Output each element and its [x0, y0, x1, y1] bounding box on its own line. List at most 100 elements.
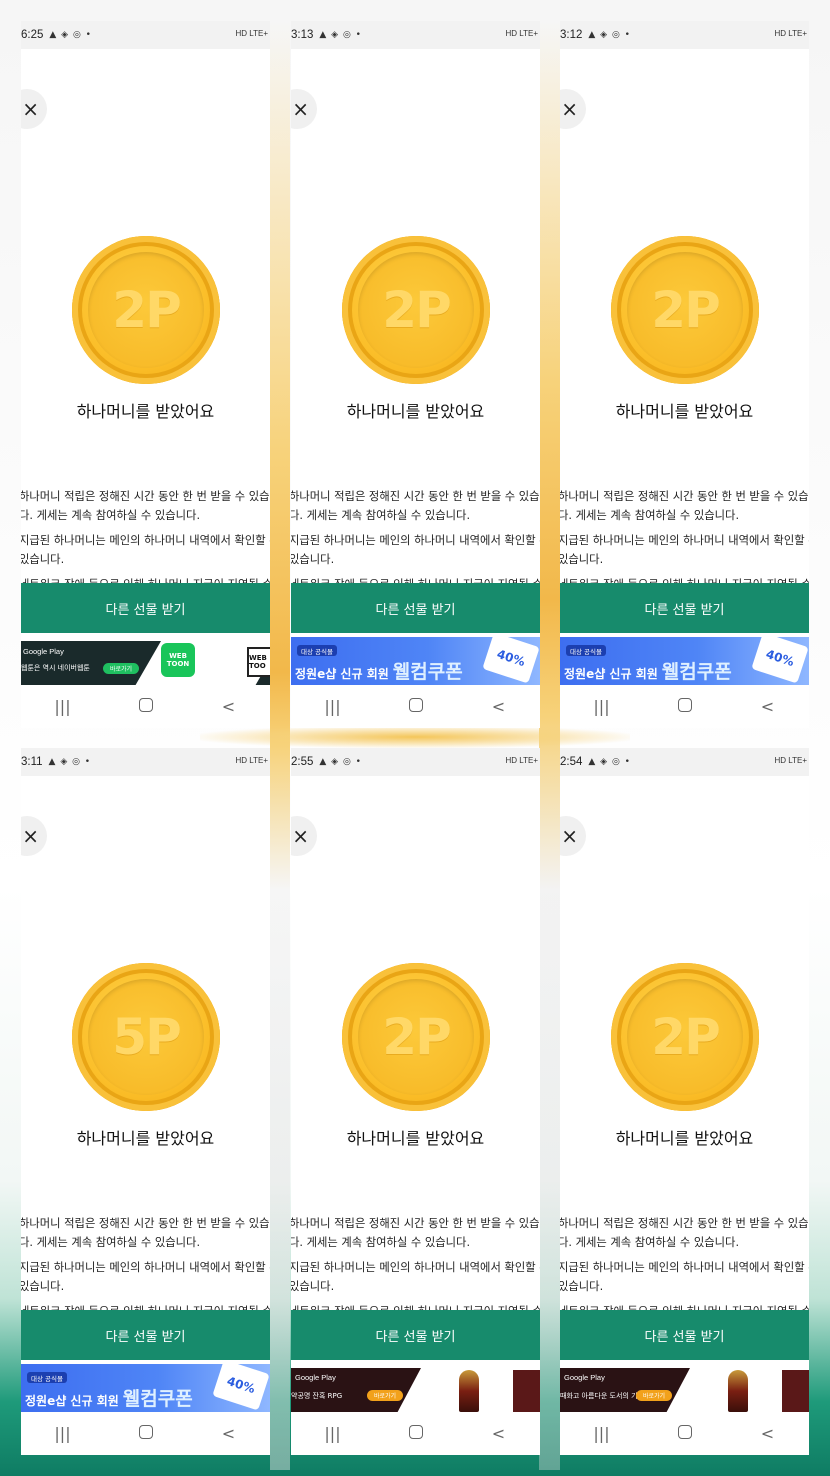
notice-line: 다. 게세는 계속 참여하실 수 있습니다.: [560, 1236, 740, 1249]
received-message: 하나머니를 받았어요: [346, 1129, 485, 1148]
recent-apps-button[interactable]: |||: [43, 697, 83, 716]
close-icon: ×: [561, 824, 578, 848]
home-button[interactable]: [126, 697, 166, 716]
notice-line: 지급된 하나머니는 메인의 하나머니 내역에서 확인할 수: [560, 534, 809, 547]
status-bar: 3:11 ▲ ◈ ◎ • HD LTE+: [21, 748, 270, 776]
phone-screen-1: 6:25 ▲ ◈ ◎ • HD LTE+ × 2P 하나머니를 받았어요 하나머…: [21, 21, 270, 728]
status-bar: 6:25 ▲ ◈ ◎ • HD LTE+: [21, 21, 270, 49]
back-button[interactable]: <: [479, 1424, 519, 1443]
ad-tag-pill: 대상 공식몰: [27, 1372, 67, 1383]
ad-headline: 정원e샵 신규 회원 웰컴쿠폰: [295, 661, 463, 683]
close-button[interactable]: ×: [21, 816, 47, 856]
phone-screen-3: 3:12 ▲ ◈ ◎ • HD LTE+ × 2P 하나머니를 받았어요 하나머…: [560, 21, 809, 728]
navigation-bar: ||| <: [560, 685, 809, 728]
status-network: HD LTE+: [235, 29, 268, 38]
close-button[interactable]: ×: [560, 816, 586, 856]
received-message: 하나머니를 받았어요: [76, 402, 215, 421]
status-bar: 2:54 ▲ ◈ ◎ • HD LTE+: [560, 748, 809, 776]
status-network: HD LTE+: [505, 756, 538, 765]
navigation-bar: ||| <: [21, 685, 270, 728]
ad-cta-button[interactable]: 바로가기: [367, 1390, 403, 1401]
notice-line: 있습니다.: [291, 1280, 335, 1293]
status-network: HD LTE+: [505, 29, 538, 38]
ad-tagline: 약공명 잔혹 RPG: [291, 1392, 343, 1400]
status-notification-icons: ▲ ◈ ◎ •: [588, 30, 631, 40]
status-bar: 2:55 ▲ ◈ ◎ • HD LTE+: [291, 748, 540, 776]
home-button[interactable]: [665, 1424, 705, 1443]
ad-banner-coupon[interactable]: 대상 공식몰 정원e샵 신규 회원 웰컴쿠폰 40%: [291, 637, 540, 685]
recent-apps-button[interactable]: |||: [313, 697, 353, 716]
home-button[interactable]: [396, 697, 436, 716]
coin-icon: 2P: [342, 963, 490, 1111]
notice-line: 지급된 하나머니는 메인의 하나머니 내역에서 확인할 수: [21, 534, 270, 547]
ad-tag-pill: 대상 공식몰: [566, 645, 606, 656]
coin-points-label: 5P: [112, 1008, 181, 1066]
ad-banner-game[interactable]: Google Play 때화고 아름다운 도서의 기록 바로가기: [560, 1364, 809, 1412]
home-button[interactable]: [126, 1424, 166, 1443]
received-message: 하나머니를 받았어요: [76, 1129, 215, 1148]
notice-line: 하나머니 적립은 정해진 시간 동안 한 번 받을 수 있습니: [21, 1217, 270, 1230]
close-icon: ×: [292, 824, 309, 848]
notice-line: 하나머니 적립은 정해진 시간 동안 한 번 받을 수 있습니: [21, 490, 270, 503]
home-icon: [408, 698, 423, 712]
home-button[interactable]: [396, 1424, 436, 1443]
phone-screen-5: 2:55 ▲ ◈ ◎ • HD LTE+ × 2P 하나머니를 받았어요 하나머…: [291, 748, 540, 1455]
ad-banner-game[interactable]: Google Play 약공명 잔혹 RPG 바로가기: [291, 1364, 540, 1412]
coin-icon: 2P: [611, 963, 759, 1111]
close-button[interactable]: ×: [291, 816, 317, 856]
recent-apps-button[interactable]: |||: [582, 697, 622, 716]
get-other-gift-button[interactable]: 다른 선물 받기: [560, 583, 809, 633]
google-play-label: Google Play: [295, 1373, 336, 1382]
back-button[interactable]: <: [479, 697, 519, 716]
get-other-gift-button[interactable]: 다른 선물 받기: [560, 1310, 809, 1360]
recent-apps-button[interactable]: |||: [313, 1424, 353, 1443]
close-icon: ×: [22, 824, 39, 848]
home-button[interactable]: [665, 697, 705, 716]
status-time: 3:11: [21, 756, 43, 768]
notice-line: 있습니다.: [21, 1280, 65, 1293]
ad-cta-button[interactable]: 바로가기: [103, 663, 139, 674]
status-time: 2:54: [560, 756, 583, 768]
webtoon-logo-icon: WEB TOON: [161, 643, 195, 677]
notice-line: 하나머니 적립은 정해진 시간 동안 한 번 받을 수 있습니: [291, 1217, 540, 1230]
status-notification-icons: ▲ ◈ ◎ •: [319, 757, 362, 767]
coin-icon: 5P: [72, 963, 220, 1111]
recent-apps-button[interactable]: |||: [43, 1424, 83, 1443]
google-play-label: Google Play: [564, 1373, 605, 1382]
ad-headline: 정원e샵 신규 회원 웰컴쿠폰: [564, 661, 732, 683]
divider-glow-center: [200, 726, 630, 748]
close-button[interactable]: ×: [21, 89, 47, 129]
get-other-gift-button[interactable]: 다른 선물 받기: [21, 583, 270, 633]
coupon-ticket-icon: 40%: [751, 637, 809, 684]
google-play-label: Google Play: [23, 647, 64, 656]
status-time: 3:13: [291, 29, 314, 41]
notice-line: 하나머니 적립은 정해진 시간 동안 한 번 받을 수 있습니: [560, 1217, 809, 1230]
back-button[interactable]: <: [748, 1424, 788, 1443]
home-icon: [138, 698, 153, 712]
status-bar: 3:12 ▲ ◈ ◎ • HD LTE+: [560, 21, 809, 49]
back-button[interactable]: <: [748, 697, 788, 716]
recent-apps-button[interactable]: |||: [582, 1424, 622, 1443]
received-message: 하나머니를 받았어요: [615, 1129, 754, 1148]
get-other-gift-button[interactable]: 다른 선물 받기: [291, 583, 540, 633]
get-other-gift-button[interactable]: 다른 선물 받기: [21, 1310, 270, 1360]
back-button[interactable]: <: [209, 697, 249, 716]
game-character-image: [459, 1370, 479, 1412]
ad-cta-button[interactable]: 바로가기: [636, 1390, 672, 1401]
back-button[interactable]: <: [209, 1424, 249, 1443]
navigation-bar: ||| <: [21, 1412, 270, 1455]
game-art-image: [513, 1370, 540, 1412]
webtoon-logo-icon: WEB TOO: [247, 647, 270, 677]
ad-banner-webtoon[interactable]: Google Play 웹툰은 역시 네이버웹툰 바로가기 WEB TOON WEB T…: [21, 637, 270, 685]
status-notification-icons: ▲ ◈ ◎ •: [48, 757, 92, 767]
status-network: HD LTE+: [235, 756, 268, 765]
ad-headline: 정원e샵 신규 회원 웰컴쿠폰: [25, 1388, 193, 1410]
get-other-gift-button[interactable]: 다른 선물 받기: [291, 1310, 540, 1360]
ad-banner-coupon[interactable]: 대상 공식몰 정원e샵 신규 회원 웰컴쿠폰 40%: [21, 1364, 270, 1412]
close-button[interactable]: ×: [560, 89, 586, 129]
ad-banner-coupon[interactable]: 대상 공식몰정원e샵 신규 회원 웰컴쿠폰 40%: [560, 637, 809, 685]
game-art-image: [782, 1370, 809, 1412]
close-button[interactable]: ×: [291, 89, 317, 129]
notice-line: 지급된 하나머니는 메인의 하나머니 내역에서 확인할 수: [560, 1261, 809, 1274]
notice-line: 지급된 하나머니는 메인의 하나머니 내역에서 확인할 수: [291, 1261, 540, 1274]
